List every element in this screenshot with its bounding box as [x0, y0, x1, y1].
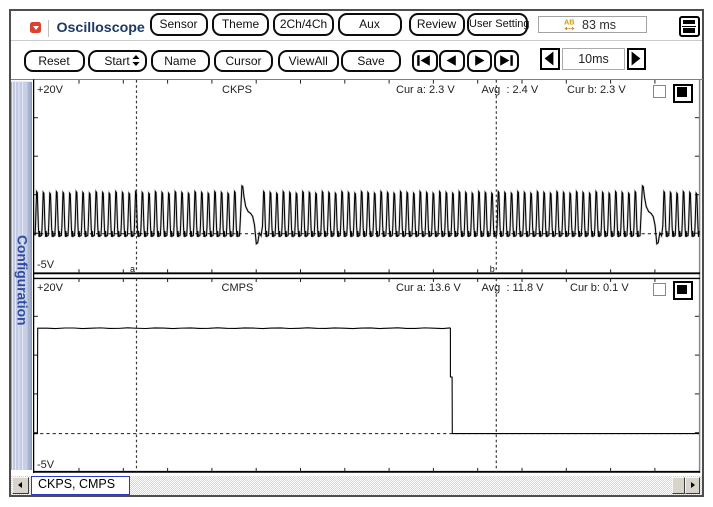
svg-text:a: a: [130, 264, 135, 274]
svg-text:AB: AB: [564, 18, 574, 27]
svg-text:b: b: [490, 264, 495, 274]
